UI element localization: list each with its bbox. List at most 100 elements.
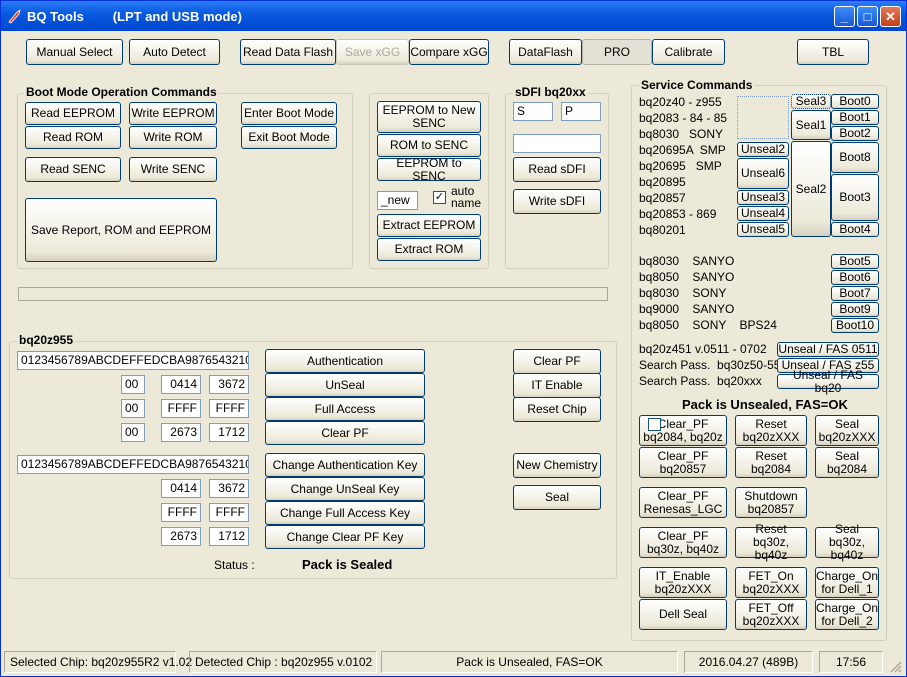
dell-seal-button[interactable]: Dell Seal	[639, 599, 727, 630]
read-eeprom-button[interactable]: Read EEPROM	[25, 102, 121, 125]
charge-on-dell2-button[interactable]: Charge_On for Dell_2	[815, 599, 879, 630]
read-rom-button[interactable]: Read ROM	[25, 126, 121, 149]
unseal2-button[interactable]: Unseal2	[737, 142, 789, 157]
calibrate-button[interactable]: Calibrate	[652, 39, 725, 65]
new-clear-pf-b-field[interactable]: 2673	[161, 527, 201, 546]
unseal-c-field[interactable]: 3672	[209, 375, 249, 394]
boot10-button[interactable]: Boot10	[831, 318, 879, 333]
unseal-b-field[interactable]: 0414	[161, 375, 201, 394]
reset-bq2084-button[interactable]: Reset bq2084	[735, 447, 807, 478]
clear-pf-checkbox[interactable]	[648, 418, 661, 431]
boot3-button[interactable]: Boot3	[831, 174, 879, 221]
boot8-button[interactable]: Boot8	[831, 142, 879, 173]
clear-pf-a-field[interactable]: 00	[121, 423, 145, 442]
maximize-icon[interactable]: □	[857, 6, 878, 27]
boot7-button[interactable]: Boot7	[831, 286, 879, 301]
enter-boot-mode-button[interactable]: Enter Boot Mode	[241, 102, 337, 125]
extract-rom-button[interactable]: Extract ROM	[377, 238, 481, 261]
fet-off-button[interactable]: FET_Off bq20zXXX	[735, 599, 807, 630]
read-sdfi-button[interactable]: Read sDFI	[513, 157, 601, 182]
unseal6-button[interactable]: Unseal6	[737, 158, 789, 189]
write-sdfi-button[interactable]: Write sDFI	[513, 189, 601, 214]
full-access-b-field[interactable]: FFFF	[161, 399, 201, 418]
read-data-flash-button[interactable]: Read Data Flash	[240, 39, 336, 65]
boot0-button[interactable]: Boot0	[831, 94, 879, 109]
unseal-button[interactable]: UnSeal	[265, 373, 425, 397]
manual-select-button[interactable]: Manual Select	[26, 39, 123, 65]
right-clear-pf-button[interactable]: Clear PF	[513, 349, 601, 374]
unseal-fas-0511-button[interactable]: Unseal / FAS 0511	[777, 342, 879, 357]
auto-name-checkbox[interactable]: ✓	[433, 191, 446, 204]
exit-boot-mode-button[interactable]: Exit Boot Mode	[241, 126, 337, 149]
minimize-icon[interactable]: _	[834, 6, 855, 27]
change-full-access-key-button[interactable]: Change Full Access Key	[265, 501, 425, 525]
eeprom-to-senc-button[interactable]: EEPROM to SENC	[377, 156, 481, 182]
write-rom-button[interactable]: Write ROM	[129, 126, 217, 149]
new-unseal-c-field[interactable]: 3672	[209, 479, 249, 498]
boot6-button[interactable]: Boot6	[831, 270, 879, 285]
clear-pf-c-field[interactable]: 1712	[209, 423, 249, 442]
sdfi-p-field[interactable]: P	[561, 102, 601, 121]
charge-on-dell1-button[interactable]: Charge_On for Dell_1	[815, 567, 879, 598]
dataflash-button[interactable]: DataFlash	[509, 39, 582, 65]
authentication-button[interactable]: Authentication	[265, 349, 425, 373]
unseal-a-field[interactable]: 00	[121, 375, 145, 394]
boot2-button[interactable]: Boot2	[831, 126, 879, 141]
reset-chip-button[interactable]: Reset Chip	[513, 397, 601, 422]
sdfi-file-field[interactable]	[513, 134, 601, 153]
seal-bq30z-button[interactable]: Seal bq30z, bq40z	[815, 523, 879, 562]
clear-pf-bq30z-button[interactable]: Clear_PF bq30z, bq40z	[639, 527, 727, 558]
new-unseal-b-field[interactable]: 0414	[161, 479, 201, 498]
sdfi-s-field[interactable]: S	[513, 102, 553, 121]
seal-bq2084-button[interactable]: Seal bq2084	[815, 447, 879, 478]
close-icon[interactable]: ✕	[880, 6, 901, 27]
new-clear-pf-c-field[interactable]: 1712	[209, 527, 249, 546]
full-access-a-field[interactable]: 00	[121, 399, 145, 418]
reset-bq30z-button[interactable]: Reset bq30z, bq40z	[735, 523, 807, 562]
it-enable-button[interactable]: IT Enable	[513, 373, 601, 398]
resize-grip-icon[interactable]	[890, 661, 902, 673]
new-chemistry-button[interactable]: New Chemistry	[513, 453, 601, 478]
seal1-button[interactable]: Seal1	[791, 110, 831, 140]
unseal3-button[interactable]: Unseal3	[737, 190, 789, 205]
boot4-button[interactable]: Boot4	[831, 222, 879, 237]
write-eeprom-button[interactable]: Write EEPROM	[129, 102, 217, 125]
it-enable-bq20zxxx-button[interactable]: IT_Enable bq20zXXX	[639, 567, 727, 598]
write-senc-button[interactable]: Write SENC	[129, 157, 217, 182]
change-unseal-key-button[interactable]: Change UnSeal Key	[265, 477, 425, 501]
seal-bq20zxxx-button[interactable]: Seal bq20zXXX	[815, 415, 879, 446]
seal-button[interactable]: Seal	[513, 485, 601, 510]
clear-pf-renesas-button[interactable]: Clear_PF Renesas_LGC	[639, 487, 727, 518]
seal2-button[interactable]: Seal2	[791, 141, 831, 237]
tbl-button[interactable]: TBL	[797, 39, 869, 65]
full-access-button[interactable]: Full Access	[265, 397, 425, 421]
unseal-fas-bq20-button[interactable]: Unseal / FAS bq20	[777, 368, 879, 394]
new-auth-key-field[interactable]: 0123456789ABCDEFFEDCBA9876543210	[17, 455, 249, 474]
seal3-button[interactable]: Seal3	[791, 94, 831, 109]
compare-xgg-button[interactable]: Compare xGG	[409, 39, 489, 65]
save-report-button[interactable]: Save Report, ROM and EEPROM	[25, 198, 217, 262]
full-access-c-field[interactable]: FFFF	[209, 399, 249, 418]
new-full-access-c-field[interactable]: FFFF	[209, 503, 249, 522]
boot5-button[interactable]: Boot5	[831, 254, 879, 269]
change-auth-key-button[interactable]: Change Authentication Key	[265, 453, 425, 477]
title-bar[interactable]: BQ Tools (LPT and USB mode) _ □ ✕	[1, 1, 906, 31]
new-suffix-field[interactable]: _new	[377, 191, 418, 210]
rom-to-senc-button[interactable]: ROM to SENC	[377, 134, 481, 157]
save-xgg-button[interactable]: Save xGG	[336, 39, 409, 65]
clear-pf-bq20857-button[interactable]: Clear_PF bq20857	[639, 447, 727, 478]
clear-pf-button[interactable]: Clear PF	[265, 421, 425, 445]
unseal4-button[interactable]: Unseal4	[737, 206, 789, 221]
auth-key-field[interactable]: 0123456789ABCDEFFEDCBA9876543210	[17, 351, 249, 370]
read-senc-button[interactable]: Read SENC	[25, 157, 121, 182]
reset-bq20zxxx-button[interactable]: Reset bq20zXXX	[735, 415, 807, 446]
eeprom-to-new-senc-button[interactable]: EEPROM to New SENC	[377, 101, 481, 133]
change-clear-pf-key-button[interactable]: Change Clear PF Key	[265, 525, 425, 549]
unseal5-button[interactable]: Unseal5	[737, 222, 789, 237]
boot9-button[interactable]: Boot9	[831, 302, 879, 317]
shutdown-bq20857-button[interactable]: Shutdown bq20857	[735, 487, 807, 518]
clear-pf-b-field[interactable]: 2673	[161, 423, 201, 442]
fet-on-button[interactable]: FET_On bq20zXXX	[735, 567, 807, 598]
new-full-access-b-field[interactable]: FFFF	[161, 503, 201, 522]
boot1-button[interactable]: Boot1	[831, 110, 879, 125]
